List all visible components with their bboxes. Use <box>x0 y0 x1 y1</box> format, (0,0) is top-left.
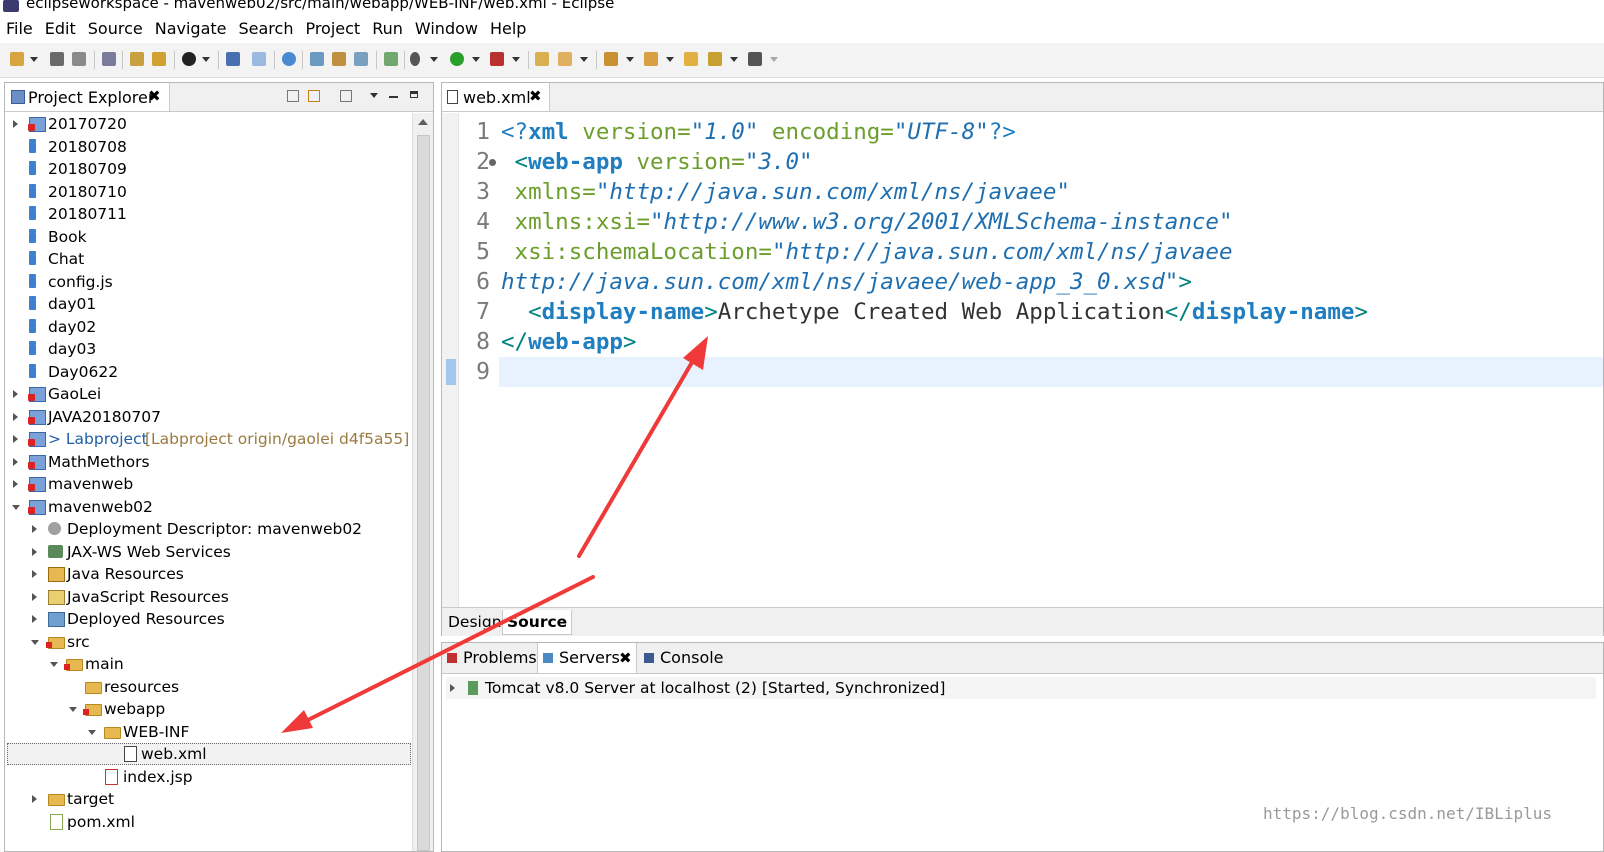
arrow-to-web-xml-file <box>281 575 595 733</box>
arrow-to-web-app-tag <box>577 336 708 558</box>
annotation-arrows <box>281 336 708 733</box>
watermark: https://blog.csdn.net/IBLiplus <box>1263 804 1552 823</box>
